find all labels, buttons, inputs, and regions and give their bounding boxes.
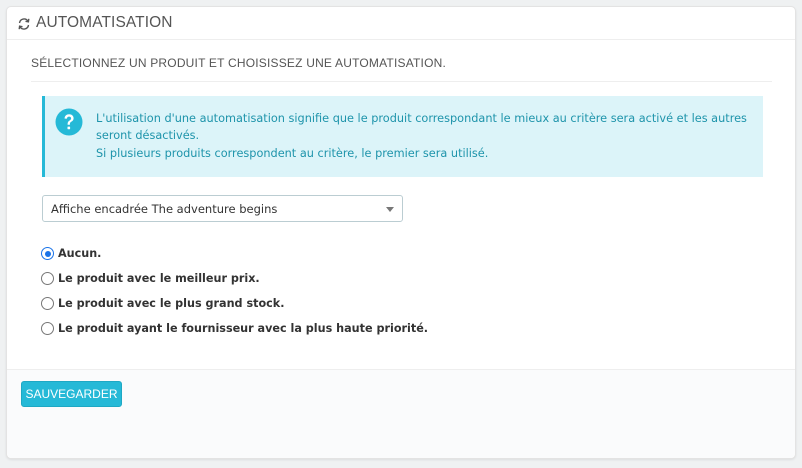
radio-best-price[interactable]	[41, 272, 54, 285]
section-subtitle: SÉLECTIONNEZ UN PRODUIT ET CHOISISSEZ UN…	[31, 56, 772, 82]
option-label: Aucun.	[58, 247, 102, 260]
info-alert: L'utilisation d'une automatisation signi…	[42, 96, 763, 177]
option-label: Le produit avec le meilleur prix.	[58, 272, 260, 285]
option-best-price[interactable]: Le produit avec le meilleur prix.	[41, 266, 428, 291]
automation-options: Aucun. Le produit avec le meilleur prix.…	[41, 241, 428, 341]
chevron-down-icon	[386, 207, 394, 212]
product-select[interactable]: Affiche encadrée The adventure begins	[42, 195, 403, 222]
panel-footer: SAUVEGARDER	[7, 369, 795, 458]
radio-supplier-priority[interactable]	[41, 322, 54, 335]
panel-title: AUTOMATISATION	[36, 14, 173, 31]
alert-message: L'utilisation d'une automatisation signi…	[96, 110, 756, 162]
radio-none[interactable]	[41, 247, 54, 260]
question-icon	[55, 108, 83, 136]
refresh-icon	[17, 16, 31, 30]
automation-panel: AUTOMATISATION SÉLECTIONNEZ UN PRODUIT E…	[6, 6, 796, 459]
alert-line-1: L'utilisation d'une automatisation signi…	[96, 112, 747, 143]
option-label: Le produit avec le plus grand stock.	[58, 297, 285, 310]
alert-line-2: Si plusieurs produits correspondent au c…	[96, 146, 489, 160]
radio-biggest-stock[interactable]	[41, 297, 54, 310]
panel-heading: AUTOMATISATION	[7, 7, 795, 40]
save-button[interactable]: SAUVEGARDER	[21, 381, 122, 407]
option-none[interactable]: Aucun.	[41, 241, 428, 266]
option-label: Le produit ayant le fournisseur avec la …	[58, 322, 429, 335]
product-select-value: Affiche encadrée The adventure begins	[51, 201, 278, 216]
option-biggest-stock[interactable]: Le produit avec le plus grand stock.	[41, 291, 428, 316]
option-supplier-priority[interactable]: Le produit ayant le fournisseur avec la …	[41, 316, 428, 341]
